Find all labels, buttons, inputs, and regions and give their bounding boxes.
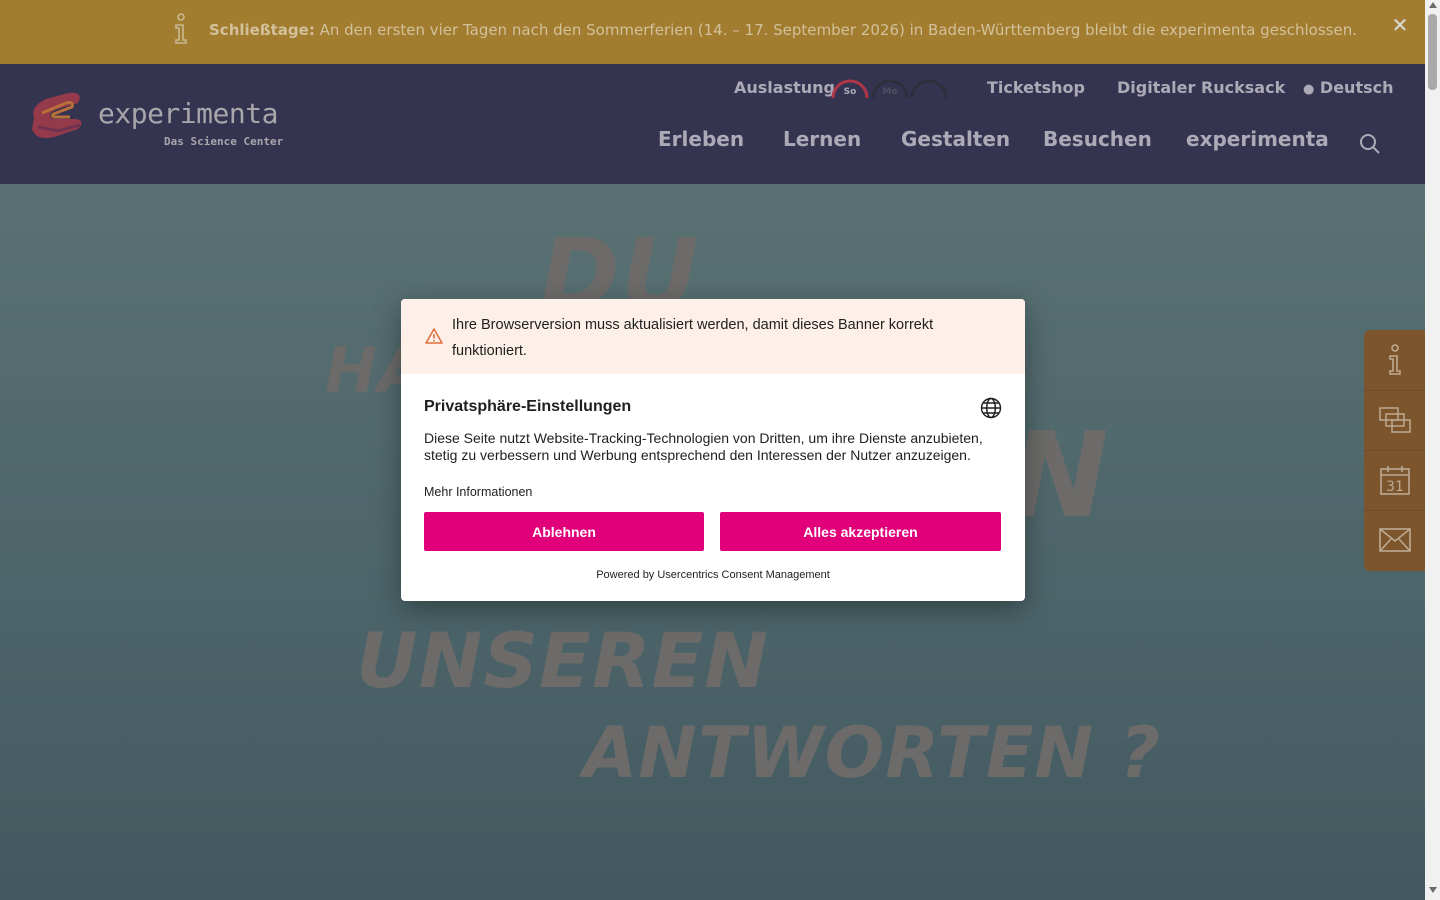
browser-warning: Ihre Browserversion muss aktualisiert we… — [401, 299, 1025, 374]
consent-title: Privatsphäre-Einstellungen — [424, 398, 632, 415]
page-scrollbar[interactable] — [1425, 0, 1440, 900]
consent-dialog: Ihre Browserversion muss aktualisiert we… — [401, 299, 1025, 601]
deny-button[interactable]: Ablehnen — [424, 512, 704, 551]
powered-by-text: Powered by Usercentrics Consent Manageme… — [596, 569, 830, 581]
warning-icon — [425, 328, 443, 344]
scroll-down-arrow-icon[interactable] — [1428, 887, 1437, 893]
scrollbar-thumb[interactable] — [1428, 14, 1437, 90]
language-globe-icon[interactable] — [980, 397, 1002, 419]
browser-warning-text: Ihre Browserversion muss aktualisiert we… — [452, 317, 934, 359]
scroll-up-arrow-icon[interactable] — [1428, 2, 1437, 8]
more-info-link[interactable]: Mehr Informationen — [424, 485, 532, 499]
accept-all-button[interactable]: Alles akzeptieren — [720, 512, 1001, 551]
consent-description: Diese Seite nutzt Website-Tracking-Techn… — [424, 430, 983, 463]
